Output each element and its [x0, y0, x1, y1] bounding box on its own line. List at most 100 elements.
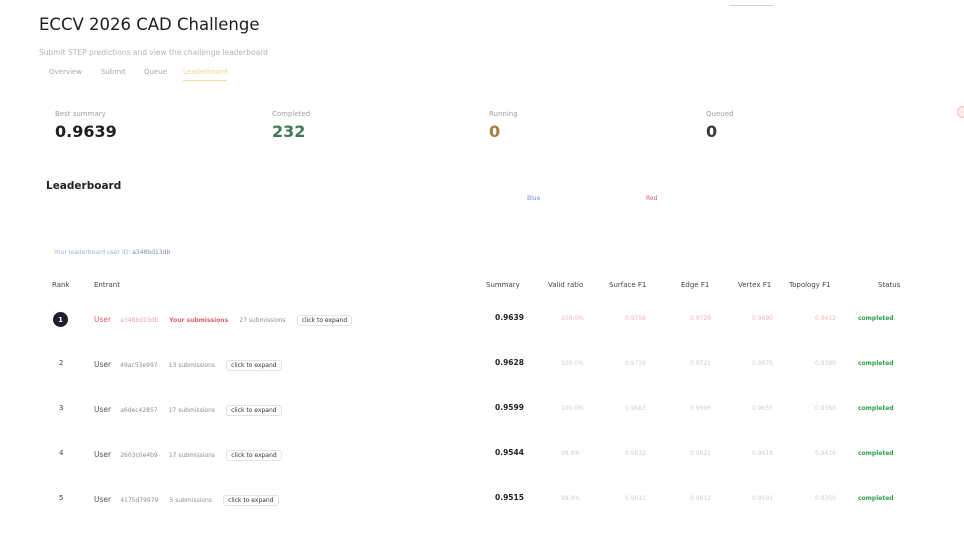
status-badge: completed: [858, 360, 894, 367]
stat-value: 0: [489, 122, 501, 141]
col-status[interactable]: Status: [878, 281, 900, 289]
page-subtitle: Submit STEP predictions and view the cha…: [39, 48, 268, 57]
entrant-user: User: [94, 450, 112, 459]
edge-f1-value: 0.9729: [690, 315, 711, 322]
topology-f1-value: 0.9366: [815, 405, 836, 412]
stat-running: Running 0: [489, 110, 518, 141]
col-vertex-f1[interactable]: Vertex F1: [738, 281, 771, 289]
vertex-f1-value: 0.9655: [752, 405, 773, 412]
expand-button[interactable]: click to expand: [223, 495, 279, 506]
col-rank[interactable]: Rank: [52, 281, 70, 289]
stat-label: Completed: [272, 110, 311, 118]
tab-leaderboard[interactable]: Leaderboard: [183, 68, 228, 81]
topology-f1-value: 0.9350: [815, 495, 836, 502]
submission-count: 27 submissions: [239, 317, 286, 324]
rank-number: 3: [59, 404, 64, 412]
topology-f1-value: 0.9416: [815, 450, 836, 457]
vertex-f1-value: 0.9675: [752, 360, 773, 367]
stat-value: 0: [706, 122, 718, 141]
entrant-cell: User 4175d79979 5 submissions click to e…: [94, 487, 279, 506]
submission-count: 17 submissions: [168, 452, 216, 459]
summary-value: 0.9639: [495, 313, 524, 322]
valid-ratio-value: 99.9%: [561, 495, 581, 502]
vertex-f1-value: 0.9591: [752, 495, 773, 502]
tab-queue[interactable]: Queue: [144, 68, 167, 80]
col-summary[interactable]: Summary: [486, 281, 520, 289]
surface-f1-value: 0.9683: [625, 405, 646, 412]
summary-value: 0.9544: [495, 448, 524, 457]
summary-value: 0.9628: [495, 358, 524, 367]
edge-f1-value: 0.9696: [690, 405, 711, 412]
your-id-value: a348bd13db: [132, 249, 171, 256]
expand-button[interactable]: click to expand: [226, 450, 282, 461]
surface-f1-value: 0.9726: [625, 360, 646, 367]
edge-f1-value: 0.9721: [690, 360, 711, 367]
highlight-blue-text: Blue: [527, 195, 541, 202]
entrant-cell: User 2603c0e4b9 17 submissions click to …: [94, 442, 282, 461]
entrant-id: 4175d79979: [120, 497, 159, 504]
table-row: 5 User 4175d79979 5 submissions click to…: [0, 485, 964, 525]
surface-f1-value: 0.9632: [625, 450, 646, 457]
entrant-user: User: [94, 495, 112, 504]
your-id-label: Your leaderboard user ID:: [54, 249, 131, 256]
summary-value: 0.9515: [495, 493, 524, 502]
topology-f1-value: 0.9390: [815, 360, 836, 367]
valid-ratio-value: 100.0%: [561, 360, 584, 367]
stat-value: 0.9639: [55, 122, 117, 141]
your-submissions-tag: Your submissions: [169, 317, 229, 324]
rank-number: 5: [59, 494, 64, 502]
stat-label: Running: [489, 110, 518, 118]
table-row: 4 User 2603c0e4b9 17 submissions click t…: [0, 440, 964, 480]
entrant-user: User: [94, 315, 112, 324]
col-entrant[interactable]: Entrant: [94, 281, 120, 289]
stat-label: Best summary: [55, 110, 106, 118]
entrant-id: 2603c0e4b9: [120, 452, 158, 459]
entrant-user: User: [94, 360, 112, 369]
tab-overview[interactable]: Overview: [49, 68, 82, 80]
submission-count: 17 submissions: [168, 407, 215, 414]
table-row: 3 User a6dec42857 17 submissions click t…: [0, 395, 964, 435]
stats-panel: Best summary 0.9639 Completed 232 Runnin…: [0, 110, 964, 170]
entrant-cell: User a348bd13db Your submissions 27 subm…: [94, 307, 353, 326]
col-valid-ratio[interactable]: Valid ratio: [548, 281, 583, 289]
vertex-f1-value: 0.9690: [752, 315, 773, 322]
your-user-id: Your leaderboard user ID: a348bd13db: [54, 249, 170, 256]
stat-completed: Completed 232: [272, 110, 310, 141]
rank-number: 4: [59, 449, 64, 457]
stat-label: Queued: [706, 110, 734, 118]
edge-f1-value: 0.9612: [690, 495, 711, 502]
status-badge: completed: [858, 315, 894, 322]
entrant-user: User: [94, 405, 112, 414]
entrant-cell: User a6dec42857 17 submissions click to …: [94, 397, 282, 416]
status-badge: completed: [858, 450, 894, 457]
table-row: 2 User 49ac53e997 13 submissions click t…: [0, 350, 964, 390]
stat-queued: Queued 0: [706, 110, 733, 141]
col-edge-f1[interactable]: Edge F1: [681, 281, 709, 289]
tab-submit[interactable]: Submit: [101, 68, 126, 80]
top-indicator-line: [729, 5, 773, 6]
col-topology-f1[interactable]: Topology F1: [789, 281, 831, 289]
expand-button[interactable]: click to expand: [226, 360, 282, 371]
col-surface-f1[interactable]: Surface F1: [609, 281, 646, 289]
highlight-red-text: Red: [646, 195, 658, 202]
table-row: 1 User a348bd13db Your submissions 27 su…: [0, 305, 964, 345]
leaderboard-title: Leaderboard: [46, 180, 122, 192]
valid-ratio-value: 100.0%: [561, 405, 584, 412]
status-badge: completed: [858, 495, 894, 502]
status-badge: completed: [858, 405, 894, 412]
valid-ratio-value: 100.0%: [561, 315, 584, 322]
page-title: ECCV 2026 CAD Challenge: [39, 15, 260, 34]
surface-f1-value: 0.9756: [625, 315, 646, 322]
rank-number: 2: [59, 359, 64, 367]
expand-button[interactable]: click to expand: [226, 405, 282, 416]
submission-count: 5 submissions: [169, 497, 212, 504]
rank-badge: 1: [53, 312, 68, 327]
entrant-id: 49ac53e997: [120, 362, 158, 369]
surface-f1-value: 0.9611: [625, 495, 646, 502]
expand-button[interactable]: click to expand: [296, 315, 353, 326]
entrant-id: a6dec42857: [120, 407, 158, 414]
stat-value: 232: [272, 122, 306, 141]
topology-f1-value: 0.9412: [815, 315, 836, 322]
submission-count: 13 submissions: [168, 362, 215, 369]
summary-value: 0.9599: [495, 403, 524, 412]
